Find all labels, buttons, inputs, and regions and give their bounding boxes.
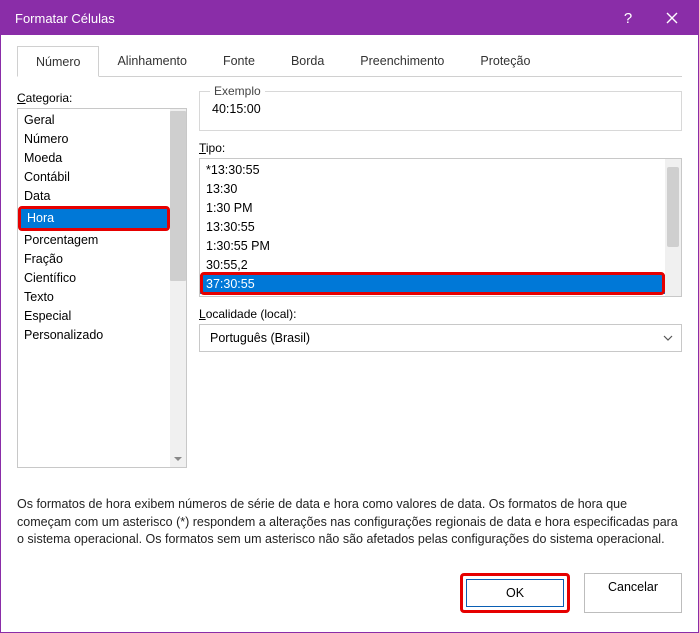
localidade-value: Português (Brasil) [200,331,655,345]
tab-numero[interactable]: Número [17,46,99,77]
tab-borda[interactable]: Borda [273,46,342,77]
exemplo-value: 40:15:00 [212,102,669,116]
exemplo-legend: Exemplo [210,84,265,98]
button-row: OK Cancelar [17,573,682,613]
list-item[interactable]: Contábil [18,168,170,187]
list-item[interactable]: Fração [18,250,170,269]
tab-protecao[interactable]: Proteção [462,46,548,77]
ok-button[interactable]: OK [466,579,564,607]
highlight-marker: OK [460,573,570,613]
list-item[interactable]: Número [18,130,170,149]
list-item[interactable]: Texto [18,288,170,307]
list-item[interactable]: Moeda [18,149,170,168]
help-button[interactable]: ? [606,1,650,35]
cancel-button[interactable]: Cancelar [584,573,682,613]
list-item[interactable]: Especial [18,307,170,326]
list-item[interactable]: 1:30 PM [200,199,665,218]
list-item[interactable]: Porcentagem [18,231,170,250]
list-item[interactable]: Personalizado [18,326,170,345]
list-item[interactable]: 37:30:55 [200,275,665,294]
close-button[interactable] [650,1,694,35]
list-item[interactable]: Data [18,187,170,206]
tab-alinhamento[interactable]: Alinhamento [99,46,205,77]
titlebar: Formatar Células ? [1,1,698,35]
window-title: Formatar Células [15,11,606,26]
list-item[interactable]: 13:30:55 [200,218,665,237]
chevron-down-icon [655,335,681,341]
categoria-label: Categoria: [17,91,187,105]
dialog-content: Número Alinhamento Fonte Borda Preenchim… [1,35,698,629]
tab-fonte[interactable]: Fonte [205,46,273,77]
chevron-down-icon[interactable] [170,451,186,467]
tipo-listbox[interactable]: *13:30:5513:301:30 PM13:30:551:30:55 PM3… [199,158,682,297]
scrollbar[interactable] [665,159,681,296]
scroll-thumb[interactable] [667,167,679,247]
highlight-marker: Hora [18,206,170,231]
list-item[interactable]: Hora [21,209,167,228]
tabs: Número Alinhamento Fonte Borda Preenchim… [17,45,682,77]
categoria-listbox[interactable]: GeralNúmeroMoedaContábilData Hora Porcenta… [17,108,187,468]
scroll-thumb[interactable] [170,111,186,281]
list-item[interactable]: 13:30 [200,180,665,199]
close-icon [666,12,678,24]
exemplo-group: Exemplo 40:15:00 [199,91,682,131]
tab-preenchimento[interactable]: Preenchimento [342,46,462,77]
localidade-select[interactable]: Português (Brasil) [199,324,682,352]
list-item[interactable]: 1:30:55 PM [200,237,665,256]
localidade-label: Localidade (local): [199,307,682,321]
list-item[interactable]: *13:30:55 [200,161,665,180]
list-item[interactable]: Científico [18,269,170,288]
tipo-label: Tipo: [199,141,682,155]
list-item[interactable]: Geral [18,111,170,130]
list-item[interactable]: 30:55,2 [200,256,665,275]
scrollbar[interactable] [170,109,186,467]
description-text: Os formatos de hora exibem números de sé… [17,496,682,549]
